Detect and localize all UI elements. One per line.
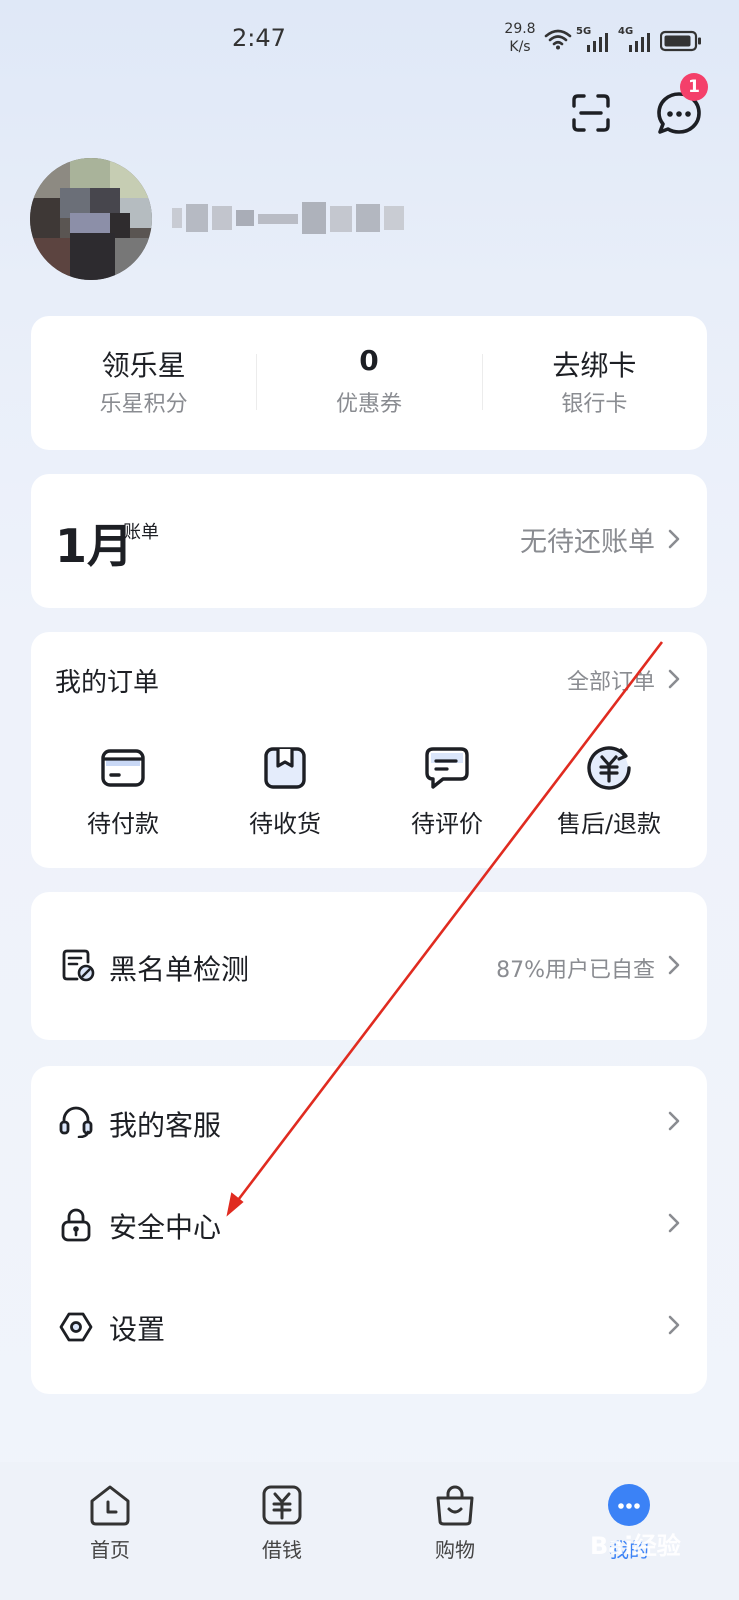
order-pending-receipt[interactable]: 待收货 <box>205 744 365 839</box>
menu-item-security-center[interactable]: 安全中心 <box>31 1176 707 1278</box>
status-time: 2:47 <box>232 24 286 52</box>
stat-bank-card[interactable]: 去绑卡 银行卡 <box>481 316 707 450</box>
tab-label: 购物 <box>435 1538 475 1562</box>
stat-label: 优惠券 <box>335 392 402 417</box>
order-label: 售后/退款 <box>556 810 662 838</box>
avatar[interactable] <box>30 158 152 280</box>
blacklist-hint: 87%用户已自查 <box>496 958 655 983</box>
stat-value: 领乐星 <box>101 349 186 382</box>
blacklist-label: 黑名单检测 <box>109 953 250 986</box>
wifi-icon <box>544 29 572 50</box>
bill-card[interactable]: 1月 账单 无待还账单 <box>31 474 707 608</box>
service-menu-card: 我的客服 安全中心 设置 <box>31 1066 707 1394</box>
refund-yuan-icon <box>587 746 631 790</box>
bill-subtitle: 账单 <box>123 522 159 543</box>
menu-item-settings[interactable]: 设置 <box>31 1278 707 1388</box>
headset-icon <box>59 1106 93 1138</box>
chevron-right-icon <box>668 1111 680 1131</box>
username-blurred <box>172 202 404 234</box>
tab-label: 首页 <box>90 1538 130 1562</box>
stat-points[interactable]: 领乐星 乐星积分 <box>31 316 256 450</box>
blacklist-check-card[interactable]: 黑名单检测 87%用户已自查 <box>31 892 707 1040</box>
tab-label: 借钱 <box>262 1538 302 1562</box>
chevron-right-icon <box>668 1213 680 1233</box>
scan-icon[interactable] <box>570 92 612 134</box>
bill-status: 无待还账单 <box>520 527 655 558</box>
loan-yuan-icon <box>262 1485 302 1525</box>
order-label: 待付款 <box>87 810 159 838</box>
order-pending-review[interactable]: 待评价 <box>367 744 527 839</box>
package-box-icon <box>264 747 306 789</box>
stat-label: 乐星积分 <box>99 392 188 417</box>
network-speed: 29.8 K/s <box>504 21 536 55</box>
wallet-card-icon <box>101 749 145 787</box>
chevron-right-icon <box>668 1315 680 1335</box>
tab-home[interactable]: 首页 <box>55 1482 165 1563</box>
tab-loan[interactable]: 借钱 <box>227 1482 337 1563</box>
battery-icon <box>660 30 701 52</box>
lock-icon <box>61 1208 91 1242</box>
stat-label: 银行卡 <box>561 392 628 417</box>
watermark: Bai经验 <box>590 1532 681 1560</box>
stats-card: 领乐星 乐星积分 0 优惠券 去绑卡 银行卡 <box>31 316 707 450</box>
menu-label: 设置 <box>109 1313 166 1346</box>
tab-shopping[interactable]: 购物 <box>400 1482 510 1563</box>
order-label: 待收货 <box>249 810 321 838</box>
menu-label: 安全中心 <box>109 1211 222 1244</box>
menu-label: 我的客服 <box>109 1109 222 1142</box>
chevron-right-icon <box>668 669 680 689</box>
chevron-right-icon <box>668 955 680 975</box>
order-after-sales[interactable]: 售后/退款 <box>529 744 689 839</box>
status-bar: 2:47 29.8 K/s 5G 4G <box>0 0 739 80</box>
comment-icon <box>425 747 469 789</box>
stat-value: 0 <box>359 344 379 377</box>
menu-item-customer-service[interactable]: 我的客服 <box>31 1066 707 1176</box>
order-label: 待评价 <box>411 810 483 838</box>
orders-card: 我的订单 全部订单 待付款 待收货 待评价 售后/退款 <box>31 632 707 868</box>
home-clock-icon <box>90 1485 130 1526</box>
document-check-icon <box>62 949 95 982</box>
profile-dots-icon <box>608 1484 650 1526</box>
order-pending-payment[interactable]: 待付款 <box>43 744 203 839</box>
shopping-bag-icon <box>436 1485 474 1526</box>
stat-value: 去绑卡 <box>552 349 637 382</box>
orders-title: 我的订单 <box>55 668 160 698</box>
settings-hexagon-icon <box>59 1312 93 1342</box>
stat-coupons[interactable]: 0 优惠券 <box>256 316 481 450</box>
message-badge: 1 <box>680 73 708 101</box>
all-orders-link[interactable]: 全部订单 <box>567 664 655 696</box>
chevron-right-icon <box>668 529 680 549</box>
bill-month: 1月 <box>55 519 134 573</box>
